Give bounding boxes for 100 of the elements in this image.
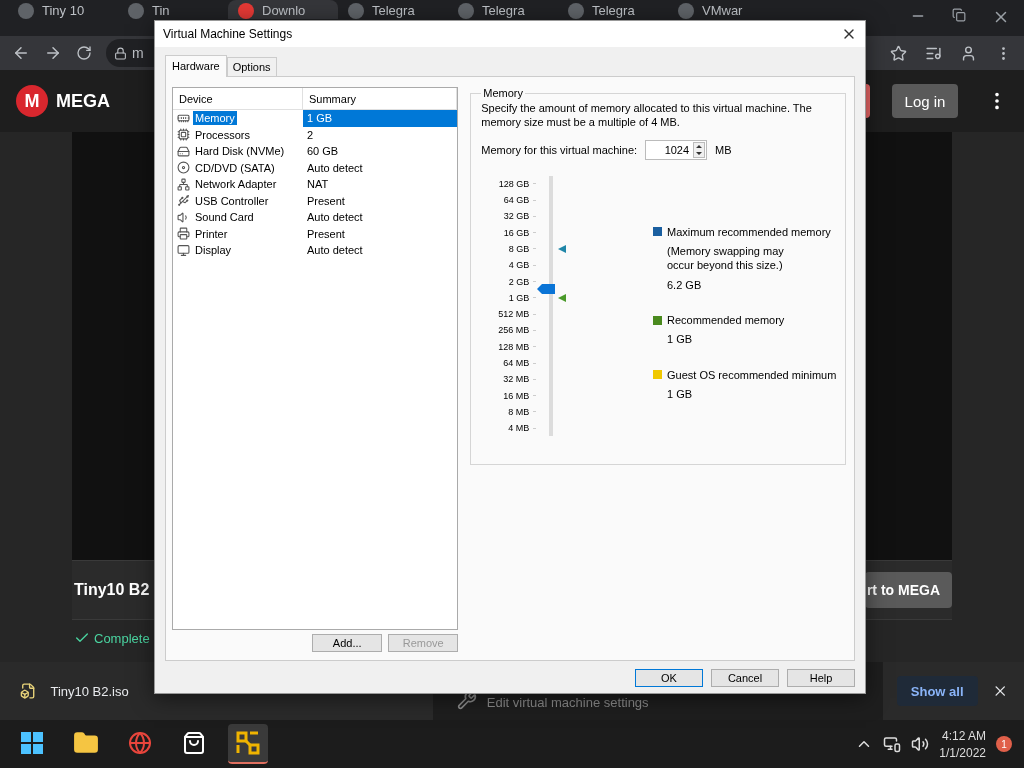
browser-tab[interactable]: Downlo	[228, 0, 338, 19]
device-row[interactable]: Sound Card Auto detect	[173, 209, 458, 226]
device-row[interactable]: USB Controller Present	[173, 192, 458, 209]
scale-label: 256 MB	[498, 324, 530, 338]
scale-label: 1 GB	[508, 291, 530, 305]
status-text: Complete	[94, 630, 150, 646]
description-text: Specify the amount of memory allocated to this virtual machine. The memory size must be a multiple of 4 MB.	[481, 101, 813, 130]
dialog-tab[interactable]: Options	[226, 57, 277, 77]
back-icon[interactable]	[12, 44, 30, 62]
browser-tab[interactable]: Telegra	[338, 0, 448, 19]
device-row[interactable]: Memory 1 GB	[173, 110, 458, 127]
dialog-button[interactable]: OK	[635, 669, 703, 687]
device-row[interactable]: Hard Disk (NVMe) 60 GB	[173, 143, 458, 160]
file-icon	[20, 682, 37, 700]
settings-link[interactable]: Edit virtual machine settings	[486, 695, 649, 710]
spinner-icon[interactable]	[693, 141, 706, 158]
brand-name: MEGA	[56, 90, 110, 112]
legend-note: (Memory swapping may occur beyond this size.)	[666, 243, 785, 273]
unit-label: MB	[715, 143, 732, 156]
field-label: Memory for this virtual machine:	[481, 143, 638, 156]
dialog-tab[interactable]: Hardware	[165, 55, 227, 77]
device-row[interactable]: Printer Present	[173, 225, 458, 242]
scale-label: 64 GB	[503, 194, 530, 208]
scale-label: 4 GB	[508, 259, 530, 273]
column-header[interactable]: Summary	[303, 88, 458, 109]
site-icon	[678, 2, 694, 19]
device-row[interactable]: Display Auto detect	[173, 242, 458, 259]
device-row[interactable]: CD/DVD (SATA) Auto detect	[173, 159, 458, 176]
device-summary: Auto detect	[306, 243, 364, 259]
star-icon[interactable]	[890, 44, 907, 62]
scale-label: 64 MB	[503, 357, 530, 370]
device-summary: Auto detect	[306, 210, 364, 226]
site-icon	[128, 2, 144, 19]
profile-icon[interactable]	[960, 44, 977, 62]
browser-tab[interactable]: Telegra	[558, 0, 668, 19]
site-icon	[458, 2, 474, 19]
browser-icon	[128, 731, 152, 755]
legend-value: 1 GB	[666, 332, 694, 347]
chip-icon	[177, 128, 190, 142]
taskbar-app[interactable]	[228, 724, 268, 764]
device-name: USB Controller	[194, 193, 270, 208]
device-row[interactable]: Network Adapter NAT	[173, 176, 458, 193]
folder-icon	[73, 730, 99, 756]
usb-icon	[177, 194, 190, 208]
device-summary: Present	[306, 226, 346, 242]
scale-label: 128 MB	[498, 340, 530, 354]
dialog-button[interactable]: Help	[787, 669, 855, 687]
download-item[interactable]: Tiny10 B2.iso	[50, 683, 129, 699]
volume-icon[interactable]	[911, 735, 930, 753]
legend-value: 1 GB	[666, 386, 694, 402]
device-name: Processors	[194, 127, 252, 142]
notification-badge[interactable]: 1	[996, 736, 1012, 752]
browser-tab[interactable]: Tin	[118, 0, 228, 19]
device-summary: Auto detect	[306, 160, 364, 176]
legend-value: 6.2 GB	[666, 278, 703, 293]
site-icon	[238, 2, 254, 19]
window-title: Virtual Machine Settings	[163, 27, 293, 41]
slider-thumb[interactable]	[537, 283, 556, 294]
device-summary: 2	[306, 127, 315, 143]
drive-icon	[177, 144, 190, 158]
speaker-icon	[177, 210, 190, 224]
scale-label: 2 GB	[508, 275, 530, 289]
column-header[interactable]: Device	[173, 88, 303, 109]
scale-label: 128 GB	[498, 177, 530, 191]
restore-icon[interactable]	[952, 8, 966, 22]
marker-icon	[558, 244, 567, 253]
device-name: Memory	[193, 111, 237, 126]
group-title: Memory	[482, 87, 524, 99]
windows-icon	[20, 731, 44, 755]
browser-tab[interactable]: Tiny 10	[8, 0, 118, 19]
scale-label: 16 GB	[503, 226, 530, 240]
import-button[interactable]: rt to MEGA	[864, 572, 952, 608]
device-button[interactable]: Add...	[312, 634, 383, 652]
scale-label: 8 MB	[508, 405, 530, 419]
network-icon	[177, 177, 190, 191]
device-summary: 60 GB	[306, 144, 340, 160]
device-summary: 1 GB	[303, 110, 458, 127]
browser-tab[interactable]: Telegra	[448, 0, 558, 19]
site-icon	[18, 2, 34, 19]
device-row[interactable]: Processors 2	[173, 126, 458, 143]
network-icon[interactable]	[883, 735, 902, 753]
logo-mark: M	[16, 85, 48, 117]
memory-field[interactable]: 1024	[645, 139, 708, 160]
reload-icon[interactable]	[76, 45, 92, 61]
browser-tab[interactable]: VMwar	[668, 0, 778, 19]
show-all-button[interactable]: Show all	[896, 676, 978, 706]
clock-time: 4:12 AM	[941, 728, 986, 743]
monitor-icon	[177, 243, 190, 257]
device-summary: NAT	[306, 177, 330, 193]
legend-label: Guest OS recommended minimum	[667, 368, 837, 381]
device-name: Printer	[194, 226, 229, 241]
scale-label: 4 MB	[508, 422, 530, 436]
lock-icon	[114, 46, 127, 60]
file-title: Tiny10 B2	[74, 581, 150, 599]
device-name: Sound Card	[194, 210, 255, 225]
scale-label: 32 MB	[503, 373, 530, 387]
forward-icon[interactable]	[44, 44, 62, 62]
dialog-button[interactable]: Cancel	[711, 669, 779, 687]
login-button[interactable]: Log in	[892, 84, 958, 118]
legend-label: Recommended memory	[667, 314, 785, 327]
